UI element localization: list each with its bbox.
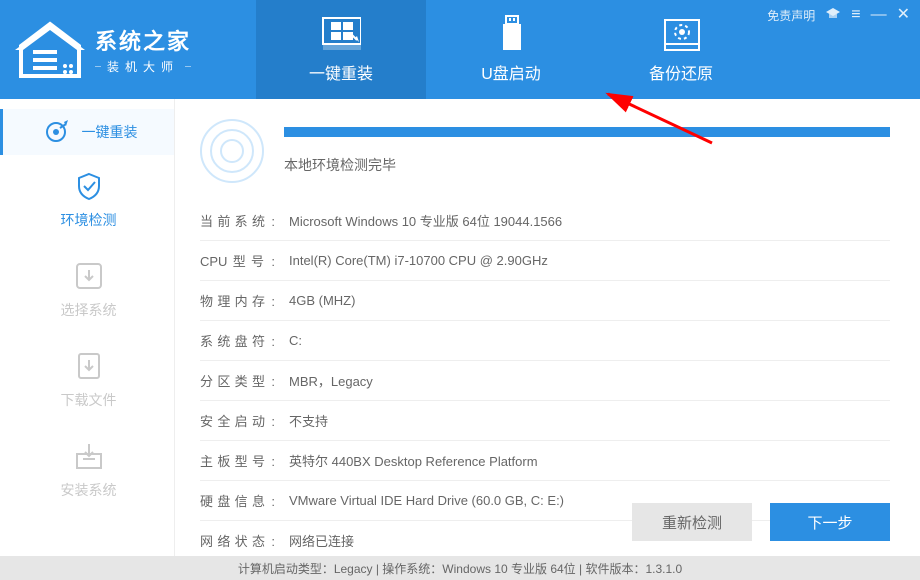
info-row: 安全启动不支持 [200, 403, 890, 438]
target-icon [40, 116, 72, 148]
main-panel: 本地环境检测完毕 当前系统 Microsoft Windows 10 专业版 64… [175, 99, 920, 556]
top-nav: 一键重装 U盘启动 备份还原 [256, 0, 766, 99]
info-value: 不支持 [289, 411, 328, 430]
info-value: 网络已连接 [289, 531, 354, 550]
tab-label: 一键重装 [309, 60, 373, 84]
graduation-icon[interactable] [825, 6, 841, 24]
info-label: 当前系统 [200, 211, 275, 230]
shield-check-icon [73, 170, 105, 202]
tab-label: U盘启动 [481, 60, 541, 84]
sidebar-item-select-system[interactable]: 选择系统 [0, 245, 174, 335]
divider [200, 360, 890, 361]
sidebar-item-download[interactable]: 下载文件 [0, 335, 174, 425]
progress-block: 本地环境检测完毕 [200, 119, 890, 183]
sidebar-item-env-check[interactable]: 环境检测 [0, 155, 174, 245]
info-row: 物理内存 4GB (MHZ) [200, 283, 890, 318]
logo-area: 系统之家 装机大师 [0, 0, 206, 99]
select-icon [73, 260, 105, 292]
sidebar-label: 一键重装 [82, 122, 138, 142]
usb-icon [491, 16, 531, 52]
next-button[interactable]: 下一步 [770, 503, 890, 541]
window-controls: 免责声明 ≡ — ✕ [767, 6, 910, 24]
info-label: CPU型号 [200, 251, 275, 270]
divider [200, 480, 890, 481]
info-label: 系统盘符 [200, 331, 275, 350]
info-value: C: [289, 333, 302, 348]
info-row: 当前系统 Microsoft Windows 10 专业版 64位 19044.1… [200, 203, 890, 238]
sidebar: 一键重装 环境检测 选择系统 下载文件 安装系统 [0, 99, 175, 556]
info-label: 分区类型 [200, 371, 275, 390]
divider [200, 280, 890, 281]
brand-title: 系统之家 [95, 24, 191, 56]
recheck-button[interactable]: 重新检测 [632, 503, 752, 541]
divider [200, 240, 890, 241]
logo-text: 系统之家 装机大师 [95, 24, 191, 75]
install-icon [73, 440, 105, 472]
info-label: 主板型号 [200, 451, 275, 470]
download-icon [73, 350, 105, 382]
sidebar-label: 环境检测 [61, 210, 117, 230]
windows-icon [321, 16, 361, 52]
close-button[interactable]: ✕ [897, 7, 910, 23]
sidebar-label: 选择系统 [61, 300, 117, 320]
sidebar-label: 安装系统 [61, 480, 117, 500]
footer-text: 计算机启动类型：Legacy | 操作系统：Windows 10 专业版 64位… [238, 560, 682, 577]
progress-bar [284, 127, 890, 137]
info-label: 硬盘信息 [200, 491, 275, 510]
info-value: 英特尔 440BX Desktop Reference Platform [289, 451, 538, 470]
sidebar-label: 下载文件 [61, 390, 117, 410]
body-area: 一键重装 环境检测 选择系统 下载文件 安装系统 [0, 99, 920, 556]
info-value: Intel(R) Core(TM) i7-10700 CPU @ 2.90GHz [289, 253, 548, 268]
info-row: 分区类型 MBR，Legacy [200, 363, 890, 398]
sidebar-item-reinstall[interactable]: 一键重装 [0, 109, 174, 155]
info-value: Microsoft Windows 10 专业版 64位 19044.1566 [289, 211, 562, 230]
info-label: 安全启动 [200, 411, 275, 430]
tab-label: 备份还原 [649, 60, 713, 84]
house-logo-icon [15, 20, 85, 80]
info-label: 物理内存 [200, 291, 275, 310]
restore-icon [661, 16, 701, 52]
info-row: CPU型号 Intel(R) Core(TM) i7-10700 CPU @ 2.… [200, 243, 890, 278]
divider [200, 440, 890, 441]
tab-backup-restore[interactable]: 备份还原 [596, 0, 766, 99]
info-value: VMware Virtual IDE Hard Drive (60.0 GB, … [289, 493, 564, 508]
info-value: 4GB (MHZ) [289, 293, 355, 308]
sidebar-item-install[interactable]: 安装系统 [0, 425, 174, 515]
minimize-button[interactable]: — [871, 7, 887, 23]
app-header: 系统之家 装机大师 一键重装 U盘启动 备份还原 免责声明 ≡ [0, 0, 920, 99]
button-row: 重新检测 下一步 [632, 503, 890, 541]
progress-text: 本地环境检测完毕 [284, 155, 890, 175]
brand-subtitle: 装机大师 [95, 58, 191, 75]
status-bar: 计算机启动类型：Legacy | 操作系统：Windows 10 专业版 64位… [0, 556, 920, 580]
info-row: 主板型号英特尔 440BX Desktop Reference Platform [200, 443, 890, 478]
menu-icon[interactable]: ≡ [851, 7, 860, 23]
info-value: MBR，Legacy [289, 371, 373, 390]
divider [200, 320, 890, 321]
radar-icon [200, 119, 264, 183]
info-row: 系统盘符 C: [200, 323, 890, 358]
disclaimer-link[interactable]: 免责声明 [767, 7, 815, 24]
tab-reinstall[interactable]: 一键重装 [256, 0, 426, 99]
info-label: 网络状态 [200, 531, 275, 550]
divider [200, 400, 890, 401]
tab-usb-boot[interactable]: U盘启动 [426, 0, 596, 99]
